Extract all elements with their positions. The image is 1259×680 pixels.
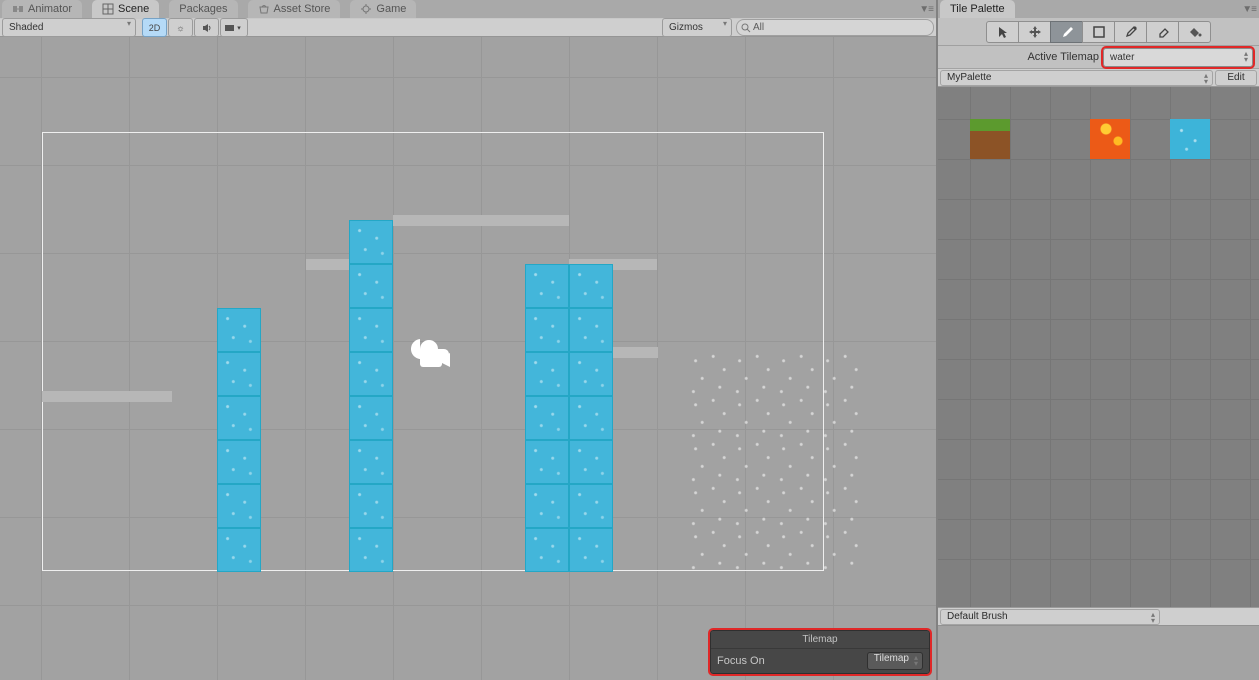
palette-canvas[interactable] — [938, 87, 1259, 607]
game-icon — [360, 3, 372, 15]
platform-bar — [393, 215, 569, 226]
brush-value: Default Brush — [947, 611, 1008, 622]
tool-picker[interactable] — [1114, 21, 1147, 43]
tool-paint[interactable] — [1050, 21, 1083, 43]
camera-gizmo-icon — [410, 339, 454, 373]
gizmos-dropdown[interactable]: Gizmos ▾ — [662, 18, 732, 37]
dropdown-arrow-icon: ▴▾ — [1204, 73, 1208, 85]
palette-subbar: MyPalette ▴▾ Edit — [938, 69, 1259, 87]
tab-asset-store[interactable]: Asset Store — [248, 0, 341, 18]
tab-label: Game — [376, 3, 406, 15]
tab-scene[interactable]: Scene — [92, 0, 159, 18]
search-placeholder: All — [753, 22, 764, 33]
dropdown-arrow-icon: ▾ — [127, 21, 131, 27]
brush-inspector — [938, 625, 1259, 680]
tab-label: Tile Palette — [950, 3, 1005, 15]
cursor-icon — [996, 25, 1010, 39]
tab-label: Asset Store — [274, 3, 331, 15]
box-icon — [1092, 25, 1106, 39]
palette-tabstrip: Tile Palette ▼≡ — [938, 0, 1259, 18]
platform-bar — [42, 391, 172, 402]
palette-grid — [938, 87, 1259, 607]
picker-icon — [1124, 25, 1138, 39]
gizmos-label: Gizmos — [669, 22, 703, 33]
tilemap-overlay: Tilemap Focus On Tilemap ▴▾ — [710, 630, 930, 674]
shading-value: Shaded — [9, 22, 43, 33]
scene-search[interactable]: All — [736, 19, 934, 36]
palette-name-dropdown[interactable]: MyPalette ▴▾ — [940, 70, 1213, 86]
toggle-audio[interactable] — [194, 18, 219, 37]
scene-view[interactable]: Tilemap Focus On Tilemap ▴▾ — [0, 37, 936, 680]
brush-icon — [1060, 25, 1074, 39]
toggle-lighting[interactable]: ☼ — [168, 18, 193, 37]
tool-select[interactable] — [986, 21, 1019, 43]
tab-label: Packages — [179, 3, 227, 15]
dropdown-arrow-icon: ▴▾ — [914, 655, 918, 667]
active-tilemap-value: water — [1110, 52, 1134, 63]
tab-label: Animator — [28, 3, 72, 15]
effects-icon — [224, 22, 236, 34]
brush-bar: Default Brush ▴▾ — [938, 607, 1259, 625]
tab-game[interactable]: Game — [350, 0, 416, 18]
palette-edit-button[interactable]: Edit — [1215, 70, 1257, 86]
palette-name: MyPalette — [947, 72, 991, 83]
overlay-title: Tilemap — [711, 631, 929, 648]
panel-options-icon[interactable]: ▼≡ — [1242, 4, 1256, 15]
toggle-effects[interactable]: ▾ — [220, 18, 248, 37]
dropdown-arrow-icon: ▴▾ — [1151, 612, 1155, 624]
tab-label: Scene — [118, 3, 149, 15]
scene-toolbar: Shaded ▾ 2D ☼ ▾ Gizmos ▾ All — [0, 18, 936, 37]
tab-animator[interactable]: Animator — [2, 0, 82, 18]
audio-icon — [201, 22, 213, 34]
active-tilemap-row: Active Tilemap water ▴▾ — [938, 46, 1259, 69]
dropdown-arrow-icon: ▴▾ — [1244, 51, 1248, 63]
palette-toolbar — [938, 18, 1259, 46]
toggle-2d-label: 2D — [149, 23, 161, 33]
palette-tile-water[interactable] — [1170, 119, 1210, 159]
scene-icon — [102, 3, 114, 15]
tab-packages[interactable]: Packages — [169, 0, 237, 18]
asset-store-icon — [258, 3, 270, 15]
focus-on-value: Tilemap — [874, 653, 909, 664]
palette-tile-lava[interactable] — [1090, 119, 1130, 159]
search-icon — [741, 23, 751, 33]
tab-tile-palette[interactable]: Tile Palette — [940, 0, 1015, 18]
scene-tabstrip: Animator Scene Packages Asset Store Game… — [0, 0, 936, 18]
edit-label: Edit — [1227, 72, 1244, 83]
move-icon — [1028, 25, 1042, 39]
focus-on-dropdown[interactable]: Tilemap ▴▾ — [867, 652, 923, 670]
panel-options-icon[interactable]: ▼≡ — [919, 4, 933, 15]
eraser-icon — [1156, 25, 1170, 39]
tool-fill[interactable] — [1178, 21, 1211, 43]
tool-erase[interactable] — [1146, 21, 1179, 43]
brush-dropdown[interactable]: Default Brush ▴▾ — [940, 609, 1160, 625]
tool-move[interactable] — [1018, 21, 1051, 43]
tool-box[interactable] — [1082, 21, 1115, 43]
active-tilemap-dropdown[interactable]: water ▴▾ — [1103, 48, 1253, 67]
fill-icon — [1188, 25, 1202, 39]
lighting-icon: ☼ — [176, 23, 184, 33]
animator-icon — [12, 3, 24, 15]
dropdown-arrow-icon: ▾ — [723, 21, 727, 27]
focus-on-label: Focus On — [717, 655, 765, 667]
toggle-2d[interactable]: 2D — [142, 18, 167, 37]
shading-dropdown[interactable]: Shaded ▾ — [2, 18, 136, 37]
active-tilemap-label: Active Tilemap — [1027, 51, 1099, 63]
palette-tile-grass[interactable] — [970, 119, 1010, 159]
